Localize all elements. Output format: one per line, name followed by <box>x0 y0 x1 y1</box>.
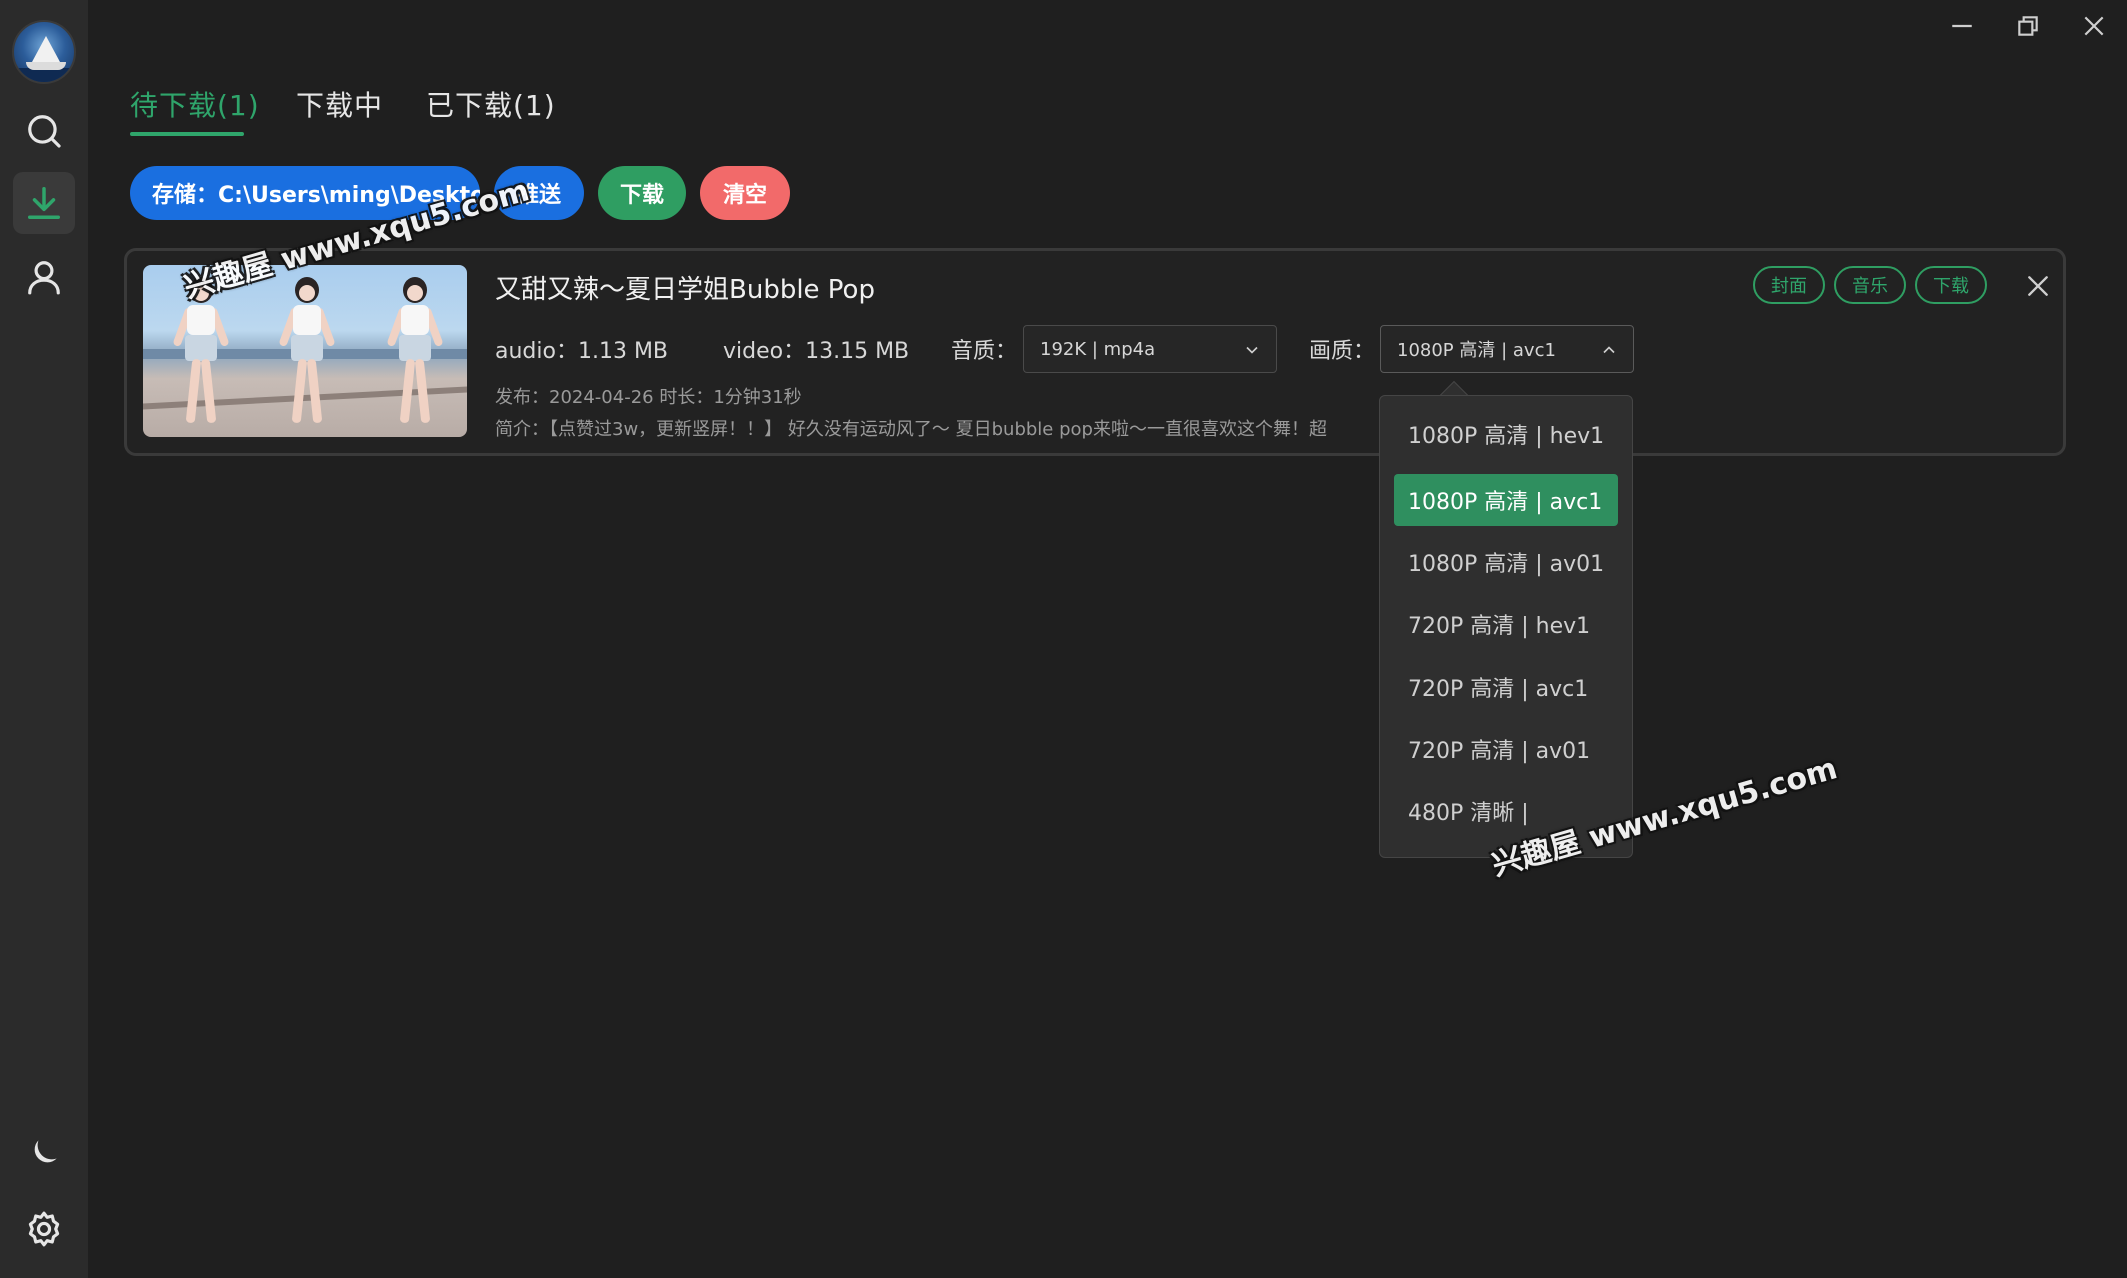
video-quality-value: 1080P 高清 | avc1 <box>1397 340 1556 361</box>
download-tag-button[interactable]: 下载 <box>1915 266 1987 304</box>
clear-button[interactable]: 清空 <box>700 166 790 220</box>
quality-option[interactable]: 720P 高清 | avc1 <box>1394 661 1618 713</box>
thumbnail-dancer <box>386 273 444 433</box>
video-title: 又甜又辣～夏日学姐Bubble Pop <box>495 275 875 305</box>
search-icon <box>28 115 61 148</box>
video-quality-dropdown: 1080P 高清 | hev1 1080P 高清 | avc1 1080P 高清… <box>1379 395 1633 858</box>
theme-toggle[interactable] <box>13 1122 75 1184</box>
remove-item-icon[interactable] <box>2025 273 2051 299</box>
tab-pending[interactable]: 待下载(1) <box>130 84 260 124</box>
video-size: video：13.15 MB <box>723 339 910 364</box>
audio-quality-value: 192K | mp4a <box>1040 338 1156 360</box>
restore-icon <box>2018 16 2038 36</box>
video-quality-label: 画质： <box>1309 339 1376 364</box>
description-clip: 简介：【点赞过3w，更新竖屏！！】 好久没有运动风了～ 夏日bubble pop… <box>495 413 1385 441</box>
video-quality-select[interactable]: 1080P 高清 | avc1 <box>1380 325 1634 373</box>
tab-downloaded[interactable]: 已下载(1) <box>426 84 556 124</box>
nav-download[interactable] <box>13 172 75 234</box>
download-item-card: 又甜又辣～夏日学姐Bubble Pop audio：1.13 MB video：… <box>124 248 2066 456</box>
avatar[interactable] <box>12 20 76 84</box>
settings-button[interactable] <box>13 1198 75 1260</box>
moon-icon <box>34 1140 57 1163</box>
nav-user[interactable] <box>13 246 75 308</box>
nav-search[interactable] <box>13 100 75 162</box>
thumbnail-dancer <box>278 273 336 433</box>
active-tab-indicator <box>130 132 244 136</box>
close-icon <box>2084 16 2104 36</box>
audio-size: audio：1.13 MB <box>495 339 669 364</box>
chevron-up-icon <box>1603 346 1615 354</box>
sidebar <box>0 0 88 1278</box>
music-tag-button[interactable]: 音乐 <box>1834 266 1906 304</box>
download-all-button[interactable]: 下载 <box>598 166 686 220</box>
video-description: 简介：【点赞过3w，更新竖屏！！】 好久没有运动风了～ 夏日bubble pop… <box>495 419 1327 440</box>
quality-option[interactable]: 1080P 高清 | av01 <box>1394 536 1618 588</box>
avatar-sea <box>14 68 74 82</box>
chevron-down-icon <box>1246 346 1258 354</box>
download-icon <box>28 187 60 219</box>
audio-quality-label: 音质： <box>951 339 1018 364</box>
quality-option[interactable]: 720P 高清 | av01 <box>1394 723 1618 775</box>
quality-option[interactable]: 1080P 高清 | hev1 <box>1394 408 1618 460</box>
quality-option[interactable]: 720P 高清 | hev1 <box>1394 598 1618 650</box>
minimize-icon <box>1952 24 1972 28</box>
user-icon <box>28 261 60 295</box>
close-window-button[interactable] <box>2066 8 2122 44</box>
minimize-button[interactable] <box>1934 8 1990 44</box>
cover-tag-button[interactable]: 封面 <box>1753 266 1825 304</box>
restore-button[interactable] <box>2000 8 2056 44</box>
gear-icon <box>28 1211 60 1247</box>
avatar-sail <box>32 36 60 62</box>
audio-quality-select[interactable]: 192K | mp4a <box>1023 325 1277 373</box>
avatar-hull <box>26 62 66 70</box>
quality-option-selected[interactable]: 1080P 高清 | avc1 <box>1394 474 1618 526</box>
publish-info: 发布：2024-04-26 时长：1分钟31秒 <box>495 387 802 408</box>
tab-downloading[interactable]: 下载中 <box>296 84 383 124</box>
